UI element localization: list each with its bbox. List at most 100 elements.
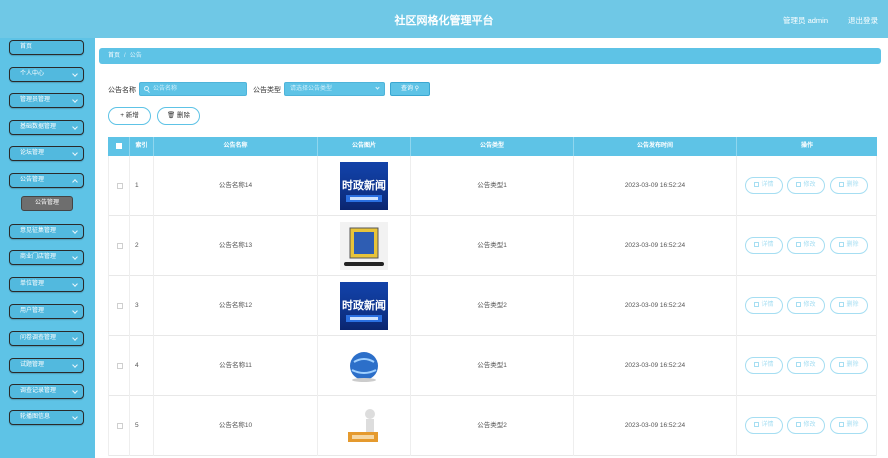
detail-button-label: 详情 — [761, 422, 774, 428]
detail-button[interactable]: 详情 — [745, 177, 783, 194]
row-delete-button[interactable]: 删除 — [830, 237, 868, 254]
chevron-up-icon — [72, 179, 78, 185]
row-select-cell — [108, 216, 130, 276]
edit-button[interactable]: 修改 — [787, 357, 825, 374]
row-notice-type: 公告类型2 — [411, 396, 574, 456]
row-select-cell — [108, 396, 130, 456]
sidebar-item-home[interactable]: 首页 — [9, 40, 84, 55]
sidebar-item-notices[interactable]: 公告管理 — [9, 173, 84, 188]
sidebar-item-label: 个人中心 — [20, 71, 45, 77]
sidebar-item-label: 论坛管理 — [20, 150, 45, 156]
row-index: 2 — [130, 216, 154, 276]
column-header: 公告图片 — [318, 137, 411, 156]
detail-button[interactable]: 详情 — [745, 357, 783, 374]
sidebar-item-label: 意见征集管理 — [20, 228, 57, 234]
row-checkbox[interactable] — [117, 243, 123, 249]
edit-button-label: 修改 — [803, 182, 816, 188]
row-image-cell — [318, 216, 411, 276]
chevron-down-icon — [72, 281, 78, 287]
edit-button[interactable]: 修改 — [787, 417, 825, 434]
sidebar-item-label: 轮播图信息 — [20, 414, 51, 420]
detail-button[interactable]: 详情 — [745, 237, 783, 254]
row-delete-button[interactable]: 删除 — [830, 297, 868, 314]
row-checkbox[interactable] — [117, 183, 123, 189]
row-notice-type: 公告类型1 — [411, 336, 574, 396]
row-notice-type: 公告类型2 — [411, 276, 574, 336]
row-delete-button[interactable]: 删除 — [830, 417, 868, 434]
breadcrumb: 首页 / 公告 — [99, 48, 881, 64]
sidebar-item-survey-records[interactable]: 调查记录管理 — [9, 384, 84, 399]
query-button-label: 查询 — [400, 86, 413, 92]
sidebar-item-users[interactable]: 用户管理 — [9, 304, 84, 319]
add-button-label: 新增 — [125, 112, 139, 119]
breadcrumb-current: 公告 — [129, 53, 142, 59]
breadcrumb-home[interactable]: 首页 — [108, 53, 120, 59]
submenu-item-notices[interactable]: 公告管理 — [21, 196, 73, 211]
row-select-cell — [108, 336, 130, 396]
select-all-checkbox[interactable] — [116, 143, 122, 149]
edit-button-label: 修改 — [803, 302, 816, 308]
edit-icon — [796, 362, 802, 367]
edit-button-label: 修改 — [803, 242, 816, 248]
detail-button[interactable]: 详情 — [745, 417, 783, 434]
sidebar-item-admins[interactable]: 管理员管理 — [9, 93, 84, 108]
chevron-down-icon — [72, 150, 78, 156]
sidebar-item-stores[interactable]: 商业门店管理 — [9, 250, 84, 265]
table-row: 1 公告名称14 时政新闻 公告类型1 2023-03-09 16:52:24 详情 修改 删… — [108, 156, 877, 216]
edit-button[interactable]: 修改 — [787, 177, 825, 194]
query-button[interactable]: 查询 ⚲ — [390, 82, 430, 96]
column-header: 索引 — [130, 137, 154, 156]
row-index: 4 — [130, 336, 154, 396]
sidebar-item-forum[interactable]: 论坛管理 — [9, 146, 84, 161]
notice-image: 时政新闻 — [340, 282, 388, 330]
row-actions: 详情 修改 删除 — [737, 156, 877, 216]
notice-image — [340, 402, 388, 450]
sidebar-item-units[interactable]: 单位管理 — [9, 277, 84, 292]
table-row: 2 公告名称13 公告类型1 2023-03-09 16:52:24 详情 修改 删除 — [108, 216, 877, 276]
chevron-down-icon — [72, 335, 78, 341]
detail-button-label: 详情 — [761, 242, 774, 248]
sidebar-item-opinions[interactable]: 意见征集管理 — [9, 224, 84, 239]
row-checkbox[interactable] — [117, 363, 123, 369]
sidebar-item-profile[interactable]: 个人中心 — [9, 67, 84, 82]
logout-link[interactable]: 退出登录 — [848, 15, 878, 26]
sidebar-item-base-data[interactable]: 基础数据管理 — [9, 120, 84, 135]
detail-button-label: 详情 — [761, 182, 774, 188]
detail-button[interactable]: 详情 — [745, 297, 783, 314]
name-search-input[interactable]: 公告名称 — [139, 82, 247, 96]
row-publish-time: 2023-03-09 16:52:24 — [574, 336, 737, 396]
row-notice-type: 公告类型1 — [411, 156, 574, 216]
row-actions: 详情 修改 删除 — [737, 336, 877, 396]
select-all-cell — [108, 137, 130, 156]
row-notice-name: 公告名称12 — [154, 276, 318, 336]
chevron-down-icon — [72, 254, 78, 260]
name-search-placeholder: 公告名称 — [153, 86, 178, 92]
row-checkbox[interactable] — [117, 423, 123, 429]
row-delete-button[interactable]: 删除 — [830, 357, 868, 374]
detail-icon — [754, 422, 760, 427]
news-image-text: 时政新闻 — [342, 298, 386, 312]
row-delete-button-label: 删除 — [846, 182, 859, 188]
column-header: 公告发布时间 — [574, 137, 737, 156]
row-index: 3 — [130, 276, 154, 336]
row-delete-button[interactable]: 删除 — [830, 177, 868, 194]
add-button[interactable]: + 新增 — [108, 107, 151, 125]
row-delete-button-label: 删除 — [846, 302, 859, 308]
edit-button[interactable]: 修改 — [787, 237, 825, 254]
sidebar-item-questions[interactable]: 试题管理 — [9, 358, 84, 373]
search-icon: ⚲ — [414, 86, 420, 92]
sidebar-item-carousel[interactable]: 轮播图信息 — [9, 410, 84, 425]
row-image-cell — [318, 336, 411, 396]
chevron-down-icon — [72, 388, 78, 394]
trash-icon — [839, 182, 845, 187]
table-header: 索引 公告名称 公告图片 公告类型 公告发布时间 操作 — [108, 137, 877, 156]
search-bar: 公告名称 公告名称 公告类型 请选择公告类型 查询 ⚲ — [95, 82, 888, 98]
type-select[interactable]: 请选择公告类型 — [284, 82, 385, 96]
delete-button[interactable]: 🗑 删除 — [157, 107, 200, 125]
row-checkbox[interactable] — [117, 303, 123, 309]
sidebar-item-label: 公告管理 — [20, 177, 45, 183]
edit-button[interactable]: 修改 — [787, 297, 825, 314]
sidebar-item-surveys[interactable]: 问卷调查管理 — [9, 331, 84, 346]
type-filter-label: 公告类型 — [253, 87, 281, 94]
row-notice-name: 公告名称11 — [154, 336, 318, 396]
